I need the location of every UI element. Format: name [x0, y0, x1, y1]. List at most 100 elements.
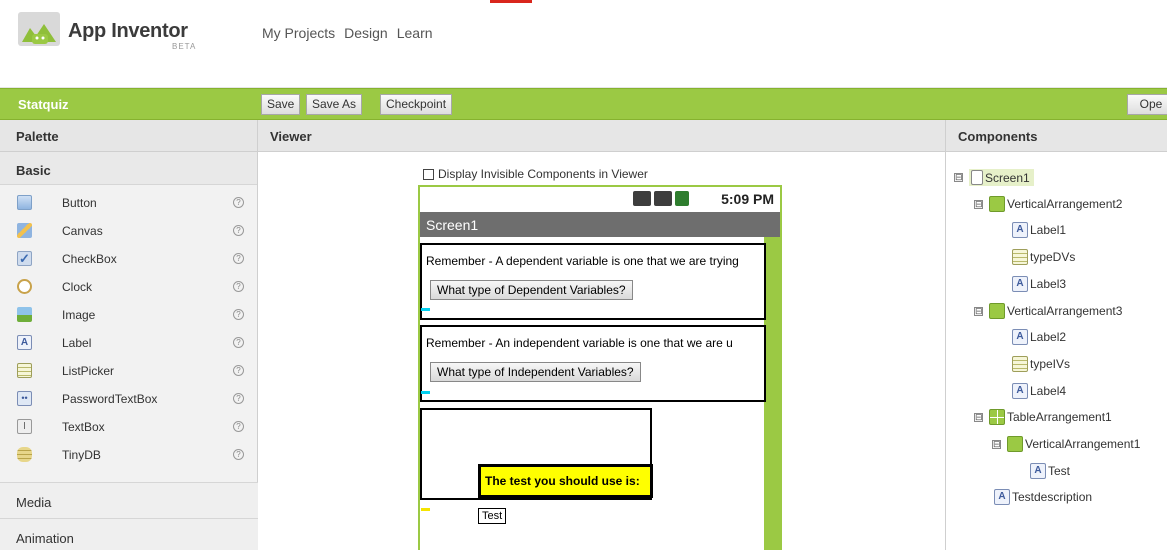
textbox-icon: I	[17, 419, 32, 434]
palette-item-textbox[interactable]: I TextBox ?	[0, 412, 257, 440]
help-icon[interactable]: ?	[233, 365, 244, 376]
palette-category-basic[interactable]: Basic	[0, 152, 257, 185]
tree-label: typeDVs	[1030, 250, 1076, 264]
brand-title[interactable]: App Inventor	[68, 20, 188, 43]
label2-text[interactable]: Remember - An independent variable is on…	[426, 336, 733, 350]
palette-category-media[interactable]: Media	[0, 482, 258, 518]
components-panel: ⊟ Screen1 ⊟ VerticalArrangement2 A Label…	[946, 152, 1167, 550]
tree-node-label3[interactable]: A Label3	[1012, 276, 1066, 292]
help-icon[interactable]: ?	[233, 449, 244, 460]
palette-item-label: CheckBox	[62, 252, 117, 266]
phone-preview[interactable]: 5:09 PM Screen1 Remember - A dependent v…	[418, 185, 782, 550]
palette-item-label[interactable]: A Label ?	[0, 328, 257, 356]
testdescription-marker[interactable]	[421, 508, 430, 511]
status-icons	[633, 191, 689, 206]
top-header: App Inventor BETA My Projects Design Lea…	[0, 0, 1167, 88]
open-blocks-editor-button[interactable]: Ope	[1127, 94, 1167, 115]
nav-my-projects[interactable]: My Projects	[262, 25, 335, 41]
display-invisible-checkbox[interactable]	[423, 168, 434, 180]
app-inventor-logo-icon[interactable]	[18, 12, 60, 46]
tree-label: Label2	[1030, 330, 1067, 344]
palette-item-listpicker[interactable]: ListPicker ?	[0, 356, 257, 384]
checkpoint-button[interactable]: Checkpoint	[380, 94, 453, 115]
typeivs-button[interactable]: What type of Independent Variables?	[430, 362, 641, 382]
label-icon: A	[994, 489, 1010, 505]
help-icon[interactable]: ?	[233, 337, 244, 348]
palette-item-tinydb[interactable]: TinyDB ?	[0, 440, 257, 468]
tree-node-label2[interactable]: A Label2	[1012, 329, 1066, 345]
palette-item-clock[interactable]: Clock ?	[0, 272, 257, 300]
tree-node-verticalarrangement3[interactable]: ⊟ VerticalArrangement3	[974, 303, 1122, 319]
password-icon: ••	[17, 391, 32, 406]
tree-node-testdescription[interactable]: A Testdescription	[994, 489, 1092, 505]
palette-item-image[interactable]: Image ?	[0, 300, 257, 328]
tree-node-screen1[interactable]: ⊟ Screen1	[954, 169, 1034, 186]
label4-marker[interactable]	[421, 391, 430, 394]
palette-item-label: Image	[62, 308, 96, 322]
tree-node-test[interactable]: A Test	[1030, 463, 1070, 479]
components-header: Components	[946, 120, 1167, 152]
test-label[interactable]: Test	[478, 508, 507, 524]
palette-item-canvas[interactable]: Canvas ?	[0, 216, 257, 244]
tree-node-label4[interactable]: A Label4	[1012, 383, 1066, 399]
palette-item-label: TextBox	[62, 420, 105, 434]
collapse-icon[interactable]: ⊟	[992, 439, 1001, 449]
tree-node-typedvs[interactable]: typeDVs	[1012, 249, 1075, 265]
help-icon[interactable]: ?	[233, 393, 244, 404]
collapse-icon[interactable]: ⊟	[974, 306, 983, 316]
palette-item-label: ListPicker	[62, 364, 115, 378]
save-as-button[interactable]: Save As	[306, 94, 363, 115]
collapse-icon[interactable]: ⊟	[974, 199, 983, 209]
palette-item-checkbox[interactable]: ✓ CheckBox ?	[0, 244, 257, 272]
tree-node-verticalarrangement1[interactable]: ⊟ VerticalArrangement1	[992, 436, 1140, 452]
label-icon: A	[1012, 329, 1028, 345]
table-arrangement-1[interactable]: The test you should use is:	[420, 408, 653, 500]
palette-item-label: Label	[62, 336, 92, 350]
nav-design[interactable]: Design	[344, 25, 388, 41]
save-button[interactable]: Save	[261, 94, 301, 115]
label1-text[interactable]: Remember - A dependent variable is one t…	[426, 254, 739, 268]
help-icon[interactable]: ?	[233, 253, 244, 264]
help-icon[interactable]: ?	[233, 421, 244, 432]
listpicker-icon	[17, 363, 32, 378]
vertical-arrangement-icon	[989, 303, 1005, 319]
tree-node-typeivs[interactable]: typeIVs	[1012, 356, 1070, 372]
nav-learn[interactable]: Learn	[397, 25, 433, 41]
test-heading-label[interactable]: The test you should use is:	[478, 464, 653, 498]
help-icon[interactable]: ?	[233, 225, 244, 236]
help-icon[interactable]: ?	[233, 281, 244, 292]
tree-label: VerticalArrangement1	[1025, 437, 1141, 451]
collapse-icon[interactable]: ⊟	[954, 173, 963, 182]
network-icon	[633, 191, 651, 206]
tree-label: Label3	[1030, 277, 1067, 291]
palette-item-label: Clock	[62, 280, 93, 294]
help-icon[interactable]: ?	[233, 309, 244, 320]
help-icon[interactable]: ?	[233, 197, 244, 208]
typedvs-button[interactable]: What type of Dependent Variables?	[430, 280, 633, 300]
screen-title-bar: Screen1	[420, 212, 780, 237]
label-icon: A	[1012, 276, 1028, 292]
tree-node-tablearrangement1[interactable]: ⊟ TableArrangement1	[974, 409, 1112, 425]
tree-label: TableArrangement1	[1007, 410, 1112, 424]
palette-category-animation[interactable]: Animation	[0, 518, 258, 550]
palette-item-button[interactable]: Button ?	[0, 188, 257, 216]
vertical-arrangement-icon	[1007, 436, 1023, 452]
tree-node-verticalarrangement2[interactable]: ⊟ VerticalArrangement2	[974, 196, 1122, 212]
palette-item-passwordtextbox[interactable]: •• PasswordTextBox ?	[0, 384, 257, 412]
collapse-icon[interactable]: ⊟	[974, 412, 983, 422]
tree-label: Label1	[1030, 223, 1067, 237]
label3-marker[interactable]	[421, 308, 430, 311]
project-toolbar: Statquiz Save Save As Checkpoint Ope	[0, 88, 1167, 120]
palette-header: Palette	[0, 120, 258, 152]
screen1-selected[interactable]: Screen1	[969, 169, 1034, 186]
tree-label: Test	[1048, 464, 1071, 478]
display-invisible-toggle[interactable]: Display Invisible Components in Viewer	[423, 167, 648, 181]
vertical-arrangement-3[interactable]: Remember - An independent variable is on…	[420, 325, 766, 402]
vertical-arrangement-2[interactable]: Remember - A dependent variable is one t…	[420, 243, 766, 320]
checkbox-icon: ✓	[17, 251, 32, 266]
tree-node-label1[interactable]: A Label1	[1012, 222, 1066, 238]
tree-label: Screen1	[985, 170, 1030, 185]
display-invisible-label: Display Invisible Components in Viewer	[438, 167, 648, 181]
tree-label: Label4	[1030, 384, 1067, 398]
phone-status-bar: 5:09 PM	[420, 187, 780, 212]
